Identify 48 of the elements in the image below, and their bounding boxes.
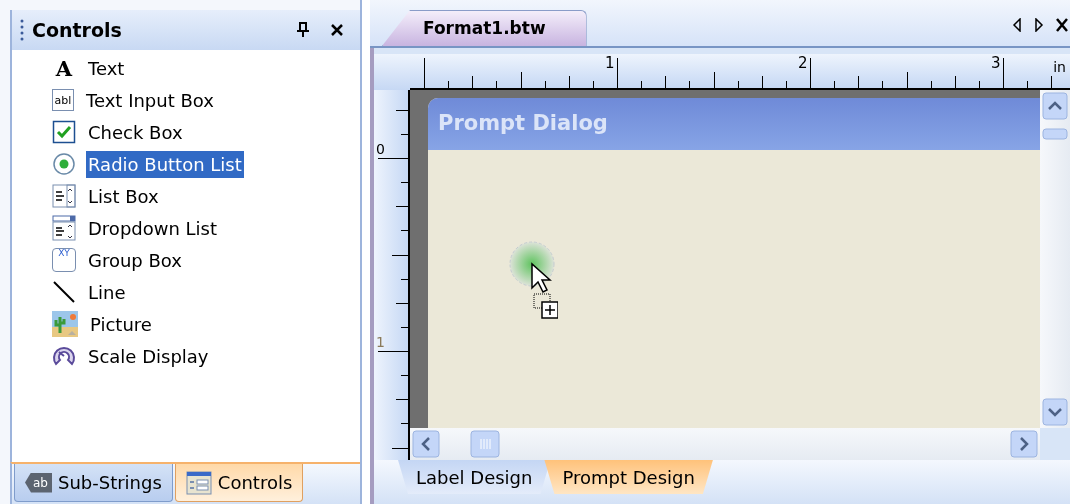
radio-icon [52, 152, 76, 176]
control-list-item[interactable]: Dropdown List [86, 214, 220, 242]
radio-drag-icon [508, 240, 558, 320]
scroll-thumb-icon[interactable] [470, 430, 500, 458]
grip-icon[interactable] [20, 19, 24, 41]
ruler-label: 2 [798, 56, 808, 71]
control-list-item[interactable]: Check Box [86, 118, 185, 146]
form-icon [185, 470, 212, 495]
control-list-item[interactable]: List Box [86, 182, 161, 210]
scroll-right-icon[interactable] [1034, 18, 1044, 32]
ruler-corner [374, 54, 410, 90]
close-icon[interactable] [330, 23, 344, 37]
dropdown-list-icon [52, 215, 76, 241]
ruler-label: 1 [605, 56, 615, 71]
line-icon [52, 280, 76, 304]
control-list-item[interactable]: Text Input Box [84, 86, 216, 114]
scroll-down-icon[interactable] [1042, 398, 1068, 426]
ruler-label: 0 [376, 142, 385, 156]
horizontal-scrollbar[interactable] [410, 428, 1040, 460]
close-icon[interactable] [1056, 18, 1068, 32]
control-list-item[interactable]: Picture [88, 310, 154, 338]
ruler-label: 3 [991, 56, 1001, 71]
gauge-icon [52, 344, 76, 368]
pin-icon[interactable] [296, 22, 310, 38]
tag-icon: ab [25, 472, 52, 493]
panel-title: Controls [32, 17, 123, 43]
control-list-item[interactable]: Scale Display [86, 342, 211, 370]
scroll-thumb-icon[interactable] [1042, 128, 1068, 140]
ruler-unit: in [1053, 60, 1066, 74]
scroll-up-icon[interactable] [1042, 92, 1068, 120]
ruler-label: 1 [376, 335, 385, 349]
control-list-item[interactable]: Radio Button List [86, 150, 244, 178]
control-list-item[interactable]: Line [86, 278, 128, 306]
control-list-item[interactable]: Group Box [86, 246, 184, 274]
text-tool-icon: A [52, 57, 76, 79]
control-list-item[interactable]: Text [86, 54, 127, 82]
panel-tab[interactable]: ab Sub-Strings [14, 464, 173, 502]
vertical-scrollbar[interactable] [1040, 90, 1070, 428]
design-tab[interactable]: Prompt Design [544, 460, 713, 494]
scroll-left-icon[interactable] [1012, 18, 1022, 32]
dialog-title: Prompt Dialog [438, 110, 608, 138]
panel-tab[interactable]: Controls [174, 464, 304, 502]
group-box-icon: XY [52, 248, 76, 272]
text-input-icon: abl [52, 89, 74, 111]
list-box-icon [52, 184, 76, 208]
picture-icon [52, 311, 78, 337]
document-tab[interactable]: Format1.btw [382, 10, 587, 46]
checkbox-icon [52, 120, 76, 144]
